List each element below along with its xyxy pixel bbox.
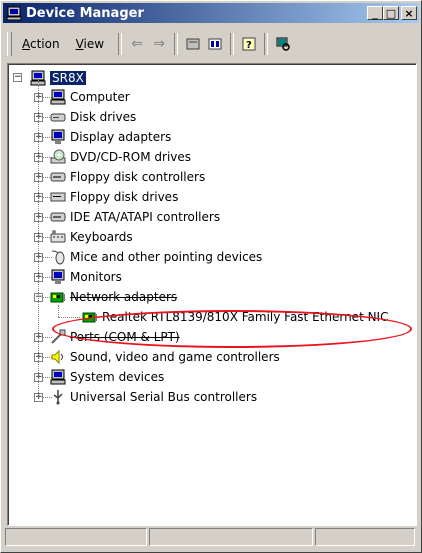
tree-item[interactable]: DVD/CD-ROM drives [50, 147, 191, 167]
tree-item[interactable]: Monitors [50, 267, 122, 287]
forward-arrow-icon[interactable]: ⇒ [148, 33, 170, 55]
tree-item[interactable]: Universal Serial Bus controllers [50, 387, 257, 407]
computer-icon [50, 89, 66, 105]
tree-view-icon[interactable] [204, 33, 226, 55]
svg-text:?: ? [246, 40, 252, 51]
tree-item-label: Universal Serial Bus controllers [70, 390, 258, 404]
usb-icon [50, 389, 66, 405]
monitor-icon [50, 269, 66, 285]
tree-item[interactable]: Mice and other pointing devices [50, 247, 262, 267]
port-icon [50, 329, 66, 345]
tree-item-label: IDE ATA/ATAPI controllers [70, 210, 221, 224]
tree-item-label: Realtek RTL8139/810X Family Fast Etherne… [102, 310, 389, 324]
network-card-icon [50, 289, 66, 305]
status-panel [315, 528, 415, 546]
toolbar-separator [230, 33, 235, 55]
title-bar[interactable]: Device Manager _ □ × [3, 3, 419, 23]
tree-item-label: Network adapters [70, 290, 178, 304]
tree-item-label: Keyboards [70, 230, 133, 244]
scan-hardware-icon[interactable] [272, 33, 294, 55]
tree-root-label: SR8X [50, 71, 86, 85]
toolbar-separator [118, 33, 123, 55]
status-bar [5, 528, 419, 548]
menu-action[interactable]: Action [16, 35, 66, 53]
menu-view[interactable]: View [70, 35, 110, 53]
tree-item[interactable]: Disk drives [50, 107, 136, 127]
device-tree-pane[interactable]: − SR8X + Computer + Disk drives + Display adapt… [7, 63, 417, 526]
tree-item[interactable]: IDE ATA/ATAPI controllers [50, 207, 220, 227]
properties-icon[interactable] [182, 33, 204, 55]
device-manager-icon [6, 6, 22, 21]
monitor-icon [50, 129, 66, 145]
tree-item-child[interactable]: Realtek RTL8139/810X Family Fast Etherne… [82, 307, 388, 327]
maximize-button[interactable]: □ [383, 6, 399, 20]
computer-icon [50, 369, 66, 385]
toolbar-grip[interactable] [7, 32, 12, 56]
tree-item[interactable]: Ports (COM & LPT) [50, 327, 180, 347]
tree-item-label: Ports (COM & LPT) [70, 330, 180, 344]
tree-item[interactable]: Computer [50, 87, 130, 107]
tree-item[interactable]: Sound, video and game controllers [50, 347, 280, 367]
window-title: Device Manager [26, 5, 144, 21]
device-manager-window: Device Manager _ □ × Action View ⇐ ⇒ ? −… [0, 0, 422, 553]
help-icon[interactable]: ? [238, 33, 260, 55]
network-card-icon [82, 309, 98, 325]
tree-item-label: Mice and other pointing devices [70, 250, 263, 264]
tree-item[interactable]: System devices [50, 367, 164, 387]
tree-item-label: Monitors [70, 270, 122, 284]
controller-icon [50, 209, 66, 225]
sound-icon [50, 349, 66, 365]
tree-item-label: Display adapters [70, 130, 172, 144]
tree-item-label: Sound, video and game controllers [70, 350, 280, 364]
root-collapse-toggle[interactable]: − [13, 73, 22, 82]
toolbar-separator [174, 33, 179, 55]
tree-item-label: System devices [70, 370, 165, 384]
tree-item[interactable]: Network adapters [50, 287, 177, 307]
tree-item-label: Floppy disk controllers [70, 170, 206, 184]
disk-drive-icon [50, 109, 66, 125]
tree-item[interactable]: Keyboards [50, 227, 133, 247]
controller-icon [50, 169, 66, 185]
toolbar: Action View ⇐ ⇒ ? [5, 27, 417, 61]
menu-view-label: View [75, 37, 105, 51]
tree-connector [58, 305, 59, 317]
tree-connector [58, 317, 80, 318]
status-panel [149, 528, 313, 546]
back-arrow-icon[interactable]: ⇐ [126, 33, 148, 55]
tree-connector [38, 80, 39, 397]
status-panel [5, 528, 147, 546]
tree-item[interactable]: Floppy disk controllers [50, 167, 205, 187]
tree-item-label: Computer [70, 90, 130, 104]
tree-item-label: DVD/CD-ROM drives [70, 150, 192, 164]
close-button[interactable]: × [401, 6, 417, 20]
minimize-button[interactable]: _ [367, 6, 383, 20]
tree-item[interactable]: Floppy disk drives [50, 187, 178, 207]
cdrom-icon [50, 149, 66, 165]
floppy-drive-icon [50, 189, 66, 205]
mouse-icon [50, 249, 66, 265]
menu-action-label: Action [22, 37, 60, 51]
tree-item-label: Floppy disk drives [70, 190, 179, 204]
tree-item[interactable]: Display adapters [50, 127, 171, 147]
toolbar-separator [264, 33, 269, 55]
keyboard-icon [50, 229, 66, 245]
tree-item-label: Disk drives [70, 110, 137, 124]
